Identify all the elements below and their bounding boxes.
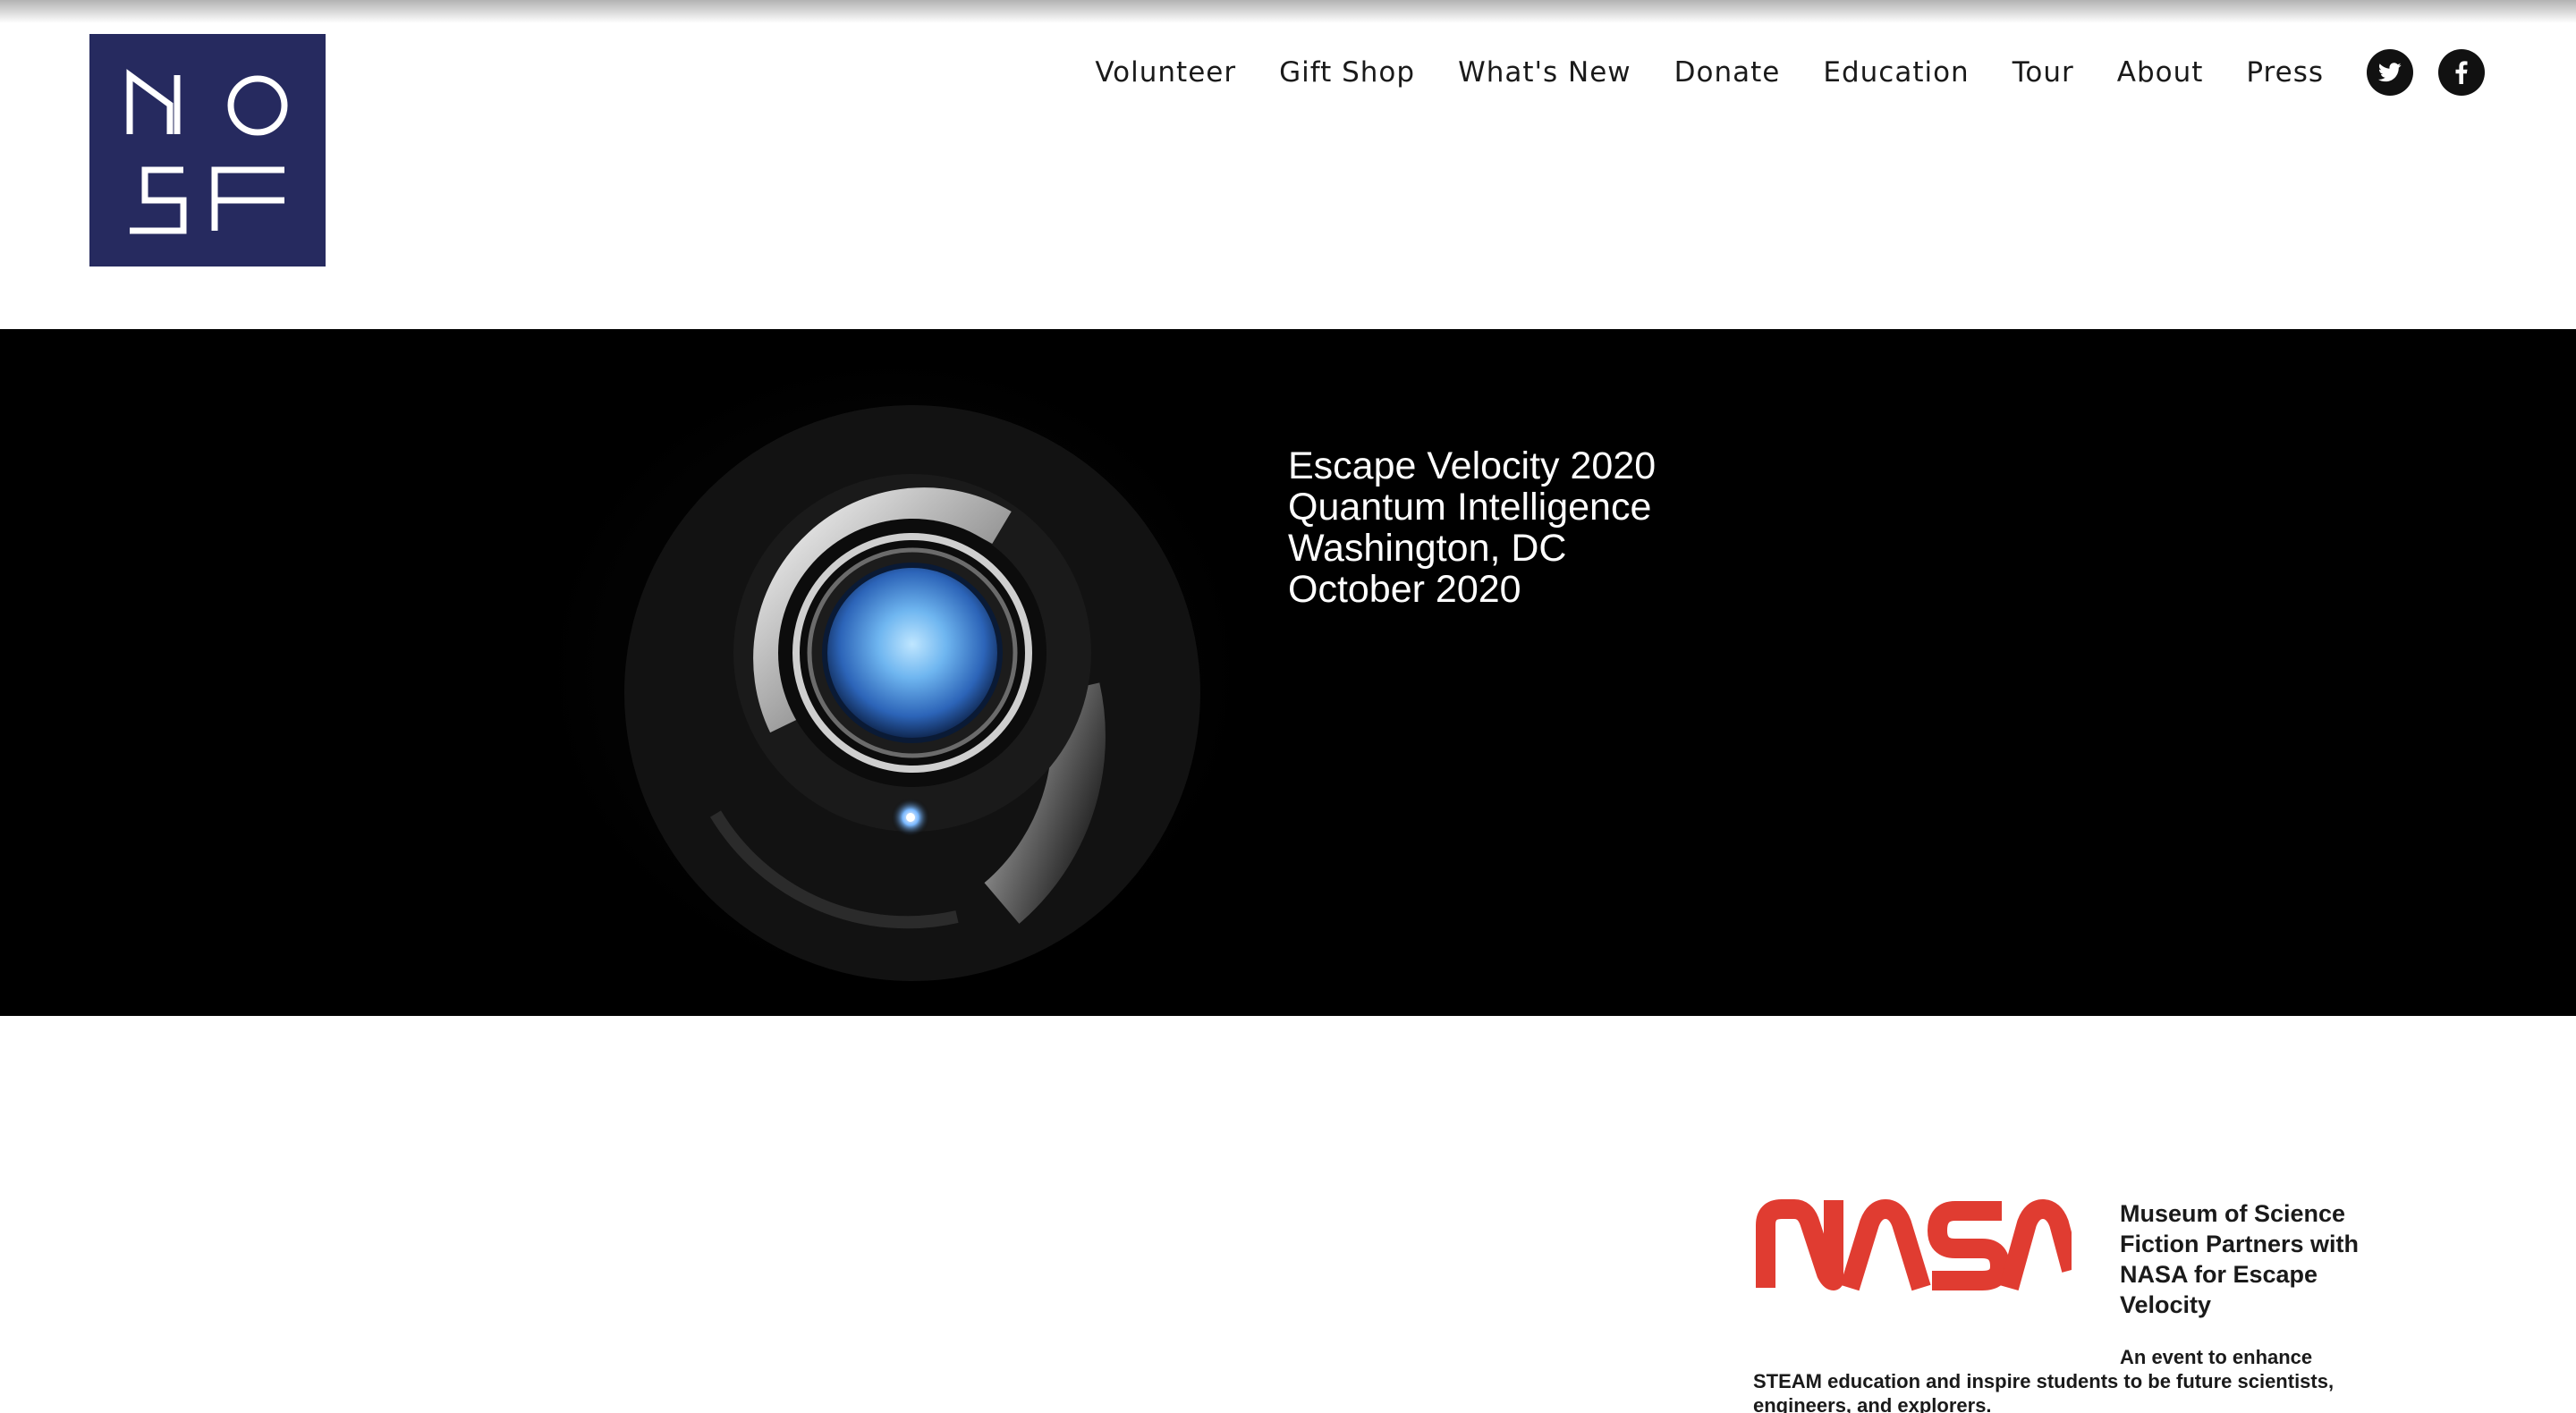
hero-robot-eye-image bbox=[624, 405, 1200, 981]
nav-about[interactable]: About bbox=[2117, 50, 2204, 95]
nasa-worm-logo bbox=[1756, 1199, 2072, 1291]
hero-line-date: October 2020 bbox=[1288, 568, 1521, 611]
social-links bbox=[2367, 49, 2485, 96]
site-logo[interactable] bbox=[89, 34, 326, 267]
hero-image bbox=[537, 349, 1252, 993]
nav-tour[interactable]: Tour bbox=[2012, 50, 2074, 95]
hero-line-location: Washington, DC bbox=[1288, 527, 1567, 570]
nav-gift-shop[interactable]: Gift Shop bbox=[1279, 50, 1415, 95]
nav-volunteer[interactable]: Volunteer bbox=[1095, 50, 1236, 95]
nasa-logo bbox=[1753, 1198, 2072, 1291]
nav-press[interactable]: Press bbox=[2246, 50, 2324, 95]
hero-banner: Escape Velocity 2020 Quantum Intelligenc… bbox=[0, 329, 2576, 1016]
hero-line-theme: Quantum Intelligence bbox=[1288, 486, 1652, 529]
nav-education[interactable]: Education bbox=[1823, 50, 1969, 95]
page: Volunteer Gift Shop What's New Donate Ed… bbox=[0, 0, 2576, 1413]
main-nav: Volunteer Gift Shop What's New Donate Ed… bbox=[1095, 49, 2485, 96]
facebook-button[interactable] bbox=[2438, 49, 2485, 96]
mosf-logo-mark bbox=[126, 69, 288, 234]
nav-whats-new[interactable]: What's New bbox=[1458, 50, 1631, 95]
twitter-icon bbox=[2378, 63, 2402, 82]
hero-line-event: Escape Velocity 2020 bbox=[1288, 444, 1657, 487]
twitter-button[interactable] bbox=[2367, 49, 2413, 96]
facebook-icon bbox=[2455, 61, 2468, 84]
nav-donate[interactable]: Donate bbox=[1674, 50, 1781, 95]
partner-description: An event to enhance STEAM education and … bbox=[1753, 1346, 2334, 1413]
top-shadow bbox=[0, 0, 2576, 23]
hero-text: Escape Velocity 2020 Quantum Intelligenc… bbox=[1288, 445, 1656, 610]
partner-title[interactable]: Museum of Science Fiction Partners with … bbox=[2120, 1198, 2388, 1320]
